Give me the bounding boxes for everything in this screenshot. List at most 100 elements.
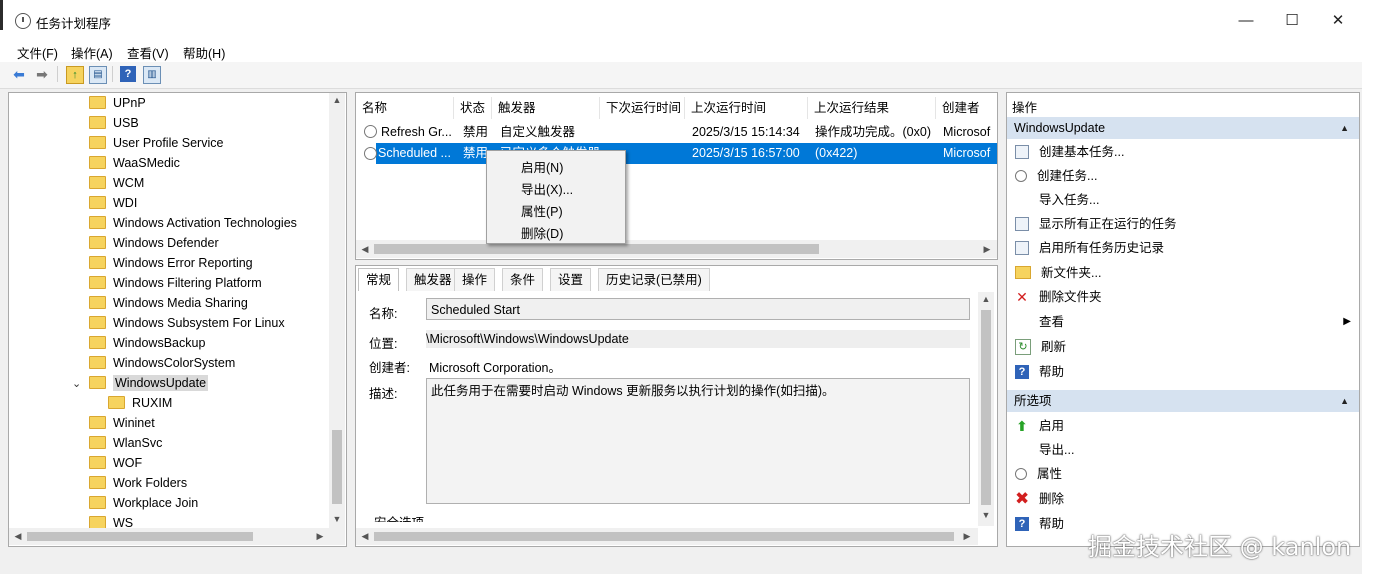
section-windowsupdate[interactable]: WindowsUpdate ▲ — [1007, 117, 1359, 139]
tree-item-windows-defender[interactable]: Windows Defender — [89, 233, 219, 253]
tab-actions[interactable]: 操作 — [454, 268, 496, 291]
action-view[interactable]: 查看 ▶ — [1015, 312, 1355, 332]
scrollbar-thumb[interactable] — [981, 310, 991, 505]
action-create-basic-task[interactable]: 创建基本任务... — [1015, 142, 1355, 162]
folder-icon — [89, 136, 106, 150]
tree-vertical-scrollbar[interactable]: ▲ ▼ — [329, 93, 345, 528]
tree-item-wdi[interactable]: WDI — [89, 193, 137, 213]
tree-item-windows-media-sharing[interactable]: Windows Media Sharing — [89, 293, 248, 313]
tree-item-wcm[interactable]: WCM — [89, 173, 144, 193]
action-import-task[interactable]: 导入任务... — [1015, 190, 1355, 210]
action-export[interactable]: 导出... — [1015, 440, 1355, 460]
tree-item-ruxim[interactable]: RUXIM — [108, 393, 172, 413]
column-header-last-result[interactable]: 上次运行结果 — [808, 97, 936, 119]
forward-arrow-icon[interactable]: ➡ — [34, 66, 50, 82]
task-trigger-cell: 自定义触发器 — [500, 125, 576, 139]
tab-general[interactable]: 常规 — [358, 268, 400, 291]
column-header-author[interactable]: 创建者 — [936, 97, 997, 119]
tab-triggers[interactable]: 触发器 — [406, 268, 460, 291]
tree-item-windows-activation-technologies[interactable]: Windows Activation Technologies — [89, 213, 297, 233]
tree-item-upnp[interactable]: UPnP — [89, 93, 146, 113]
show-hide-action-pane-icon[interactable]: ▥ — [143, 66, 161, 84]
context-enable[interactable]: 启用(N) — [521, 157, 563, 176]
back-arrow-icon[interactable]: ⬅ — [11, 66, 27, 82]
action-show-running-tasks[interactable]: 显示所有正在运行的任务 — [1015, 214, 1355, 234]
context-export[interactable]: 导出(X)... — [521, 179, 573, 198]
tree-item-work-folders[interactable]: Work Folders — [89, 473, 187, 493]
action-help[interactable]: ? 帮助 — [1015, 362, 1355, 382]
scroll-right-icon[interactable]: ▶ — [980, 244, 994, 255]
action-create-task[interactable]: 创建任务... — [1015, 166, 1355, 186]
scroll-down-icon[interactable]: ▼ — [979, 510, 993, 520]
tree-item-windowscolorsystem[interactable]: WindowsColorSystem — [89, 353, 235, 373]
description-label: 描述: — [369, 387, 398, 401]
scroll-right-icon[interactable]: ▶ — [313, 531, 327, 542]
section-selected-item[interactable]: 所选项 ▲ — [1007, 390, 1359, 412]
scroll-down-icon[interactable]: ▼ — [330, 514, 344, 524]
tree-item-windows-subsystem-for-linux[interactable]: Windows Subsystem For Linux — [89, 313, 285, 333]
task-row-refresh[interactable]: Refresh Gr... 禁用 自定义触发器 2025/3/15 15:14:… — [360, 122, 997, 143]
up-folder-icon[interactable]: ↑ — [66, 66, 84, 84]
action-enable-all-history[interactable]: 启用所有任务历史记录 — [1015, 238, 1355, 258]
tree-horizontal-scrollbar[interactable]: ◀ ▶ — [9, 528, 345, 545]
scroll-left-icon[interactable]: ◀ — [358, 244, 372, 255]
column-header-status[interactable]: 状态 — [454, 97, 492, 119]
action-new-folder[interactable]: 新文件夹... — [1015, 263, 1355, 283]
menu-help[interactable]: 帮助(H) — [183, 43, 225, 62]
scrollbar-thumb[interactable] — [374, 532, 954, 541]
folder-icon — [89, 276, 106, 290]
help-icon[interactable]: ? — [120, 66, 136, 82]
collapse-chevron-icon[interactable]: ⌄ — [72, 377, 81, 390]
menu-action[interactable]: 操作(A) — [71, 43, 113, 62]
scrollbar-thumb[interactable] — [374, 244, 819, 254]
tab-settings[interactable]: 设置 — [550, 268, 592, 291]
scroll-right-icon[interactable]: ▶ — [960, 531, 974, 542]
scroll-up-icon[interactable]: ▲ — [979, 294, 993, 304]
minimize-button[interactable]: — — [1223, 8, 1269, 34]
tree-item-usb[interactable]: USB — [89, 113, 139, 133]
column-header-trigger[interactable]: 触发器 — [492, 97, 600, 119]
scroll-up-icon[interactable]: ▲ — [330, 95, 344, 105]
scroll-left-icon[interactable]: ◀ — [358, 531, 372, 542]
tree-item-windowsbackup[interactable]: WindowsBackup — [89, 333, 205, 353]
tree-item-waasmedic[interactable]: WaaSMedic — [89, 153, 180, 173]
collapse-up-icon[interactable]: ▲ — [1340, 117, 1349, 139]
tree-item-wininet[interactable]: Wininet — [89, 413, 155, 433]
action-refresh[interactable]: ↻ 刷新 — [1015, 337, 1355, 357]
tab-history[interactable]: 历史记录(已禁用) — [598, 268, 710, 291]
tree-item-wof[interactable]: WOF — [89, 453, 142, 473]
menu-view[interactable]: 查看(V) — [127, 43, 169, 62]
column-header-next-run[interactable]: 下次运行时间 — [600, 97, 685, 119]
context-properties[interactable]: 属性(P) — [521, 201, 563, 220]
folder-icon — [89, 336, 106, 350]
tree-item-workplace-join[interactable]: Workplace Join — [89, 493, 198, 513]
tree-item-user-profile-service[interactable]: User Profile Service — [89, 133, 223, 153]
scrollbar-thumb[interactable] — [332, 430, 342, 504]
collapse-up-icon[interactable]: ▲ — [1340, 390, 1349, 412]
context-delete[interactable]: 删除(D) — [521, 223, 563, 242]
column-header-name[interactable]: 名称 — [356, 97, 454, 119]
scrollbar-thumb[interactable] — [27, 532, 253, 541]
action-properties[interactable]: 属性 — [1015, 464, 1355, 484]
description-field[interactable]: 此任务用于在需要时启动 Windows 更新服务以执行计划的操作(如扫描)。 — [426, 378, 970, 504]
show-hide-tree-icon[interactable]: ▤ — [89, 66, 107, 84]
action-delete[interactable]: ✖ 删除 — [1015, 489, 1355, 509]
action-enable[interactable]: ⬆ 启用 — [1015, 416, 1355, 436]
name-field[interactable]: Scheduled Start — [426, 298, 970, 320]
folder-icon — [89, 256, 106, 270]
menu-file[interactable]: 文件(F) — [17, 43, 58, 62]
tree-item-wlansvc[interactable]: WlanSvc — [89, 433, 162, 453]
tab-conditions[interactable]: 条件 — [502, 268, 544, 291]
maximize-button[interactable]: ☐ — [1269, 8, 1315, 34]
tree-item-windowsupdate[interactable]: WindowsUpdate — [89, 373, 209, 393]
scroll-left-icon[interactable]: ◀ — [11, 531, 25, 542]
column-header-last-run[interactable]: 上次运行时间 — [685, 97, 808, 119]
details-horizontal-scrollbar[interactable]: ◀ ▶ — [356, 528, 978, 545]
tasklist-horizontal-scrollbar[interactable]: ◀ ▶ — [356, 240, 997, 258]
tree-item-windows-error-reporting[interactable]: Windows Error Reporting — [89, 253, 253, 273]
tree-item-windows-filtering-platform[interactable]: Windows Filtering Platform — [89, 273, 262, 293]
action-delete-folder[interactable]: ✕ 删除文件夹 — [1015, 287, 1355, 307]
close-button[interactable]: ✕ — [1315, 8, 1361, 34]
task-row-scheduled-start[interactable]: Scheduled ... 禁用 已定义多个触发器 2025/3/15 16:5… — [376, 143, 997, 164]
details-vertical-scrollbar[interactable]: ▲ ▼ — [978, 292, 994, 526]
